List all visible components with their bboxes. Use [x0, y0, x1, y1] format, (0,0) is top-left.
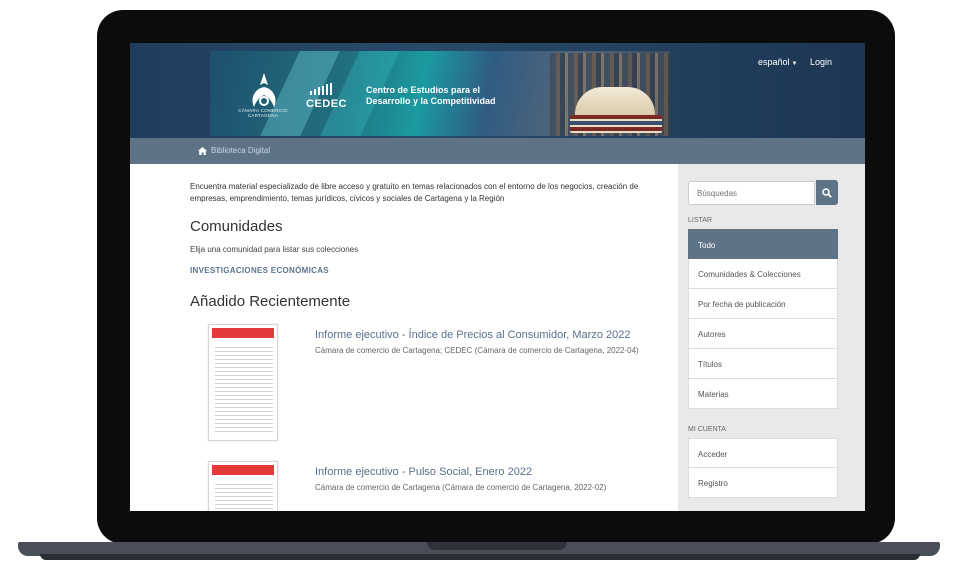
thumbnail-text-lines: [215, 484, 273, 511]
browse-item-titles[interactable]: Títulos: [688, 349, 838, 379]
cedec-bars-icon: [310, 83, 332, 95]
thumbnail-text-lines: [215, 347, 273, 435]
account-label: MI CUENTA: [688, 426, 726, 433]
item-thumbnail[interactable]: [208, 461, 278, 511]
breadcrumb[interactable]: Biblioteca Digital: [198, 146, 270, 155]
communities-heading: Comunidades: [190, 218, 283, 235]
tagline-line-1: Centro de Estudios para el: [366, 85, 481, 95]
login-link[interactable]: Login: [810, 57, 832, 67]
browse-label: LISTAR: [688, 217, 712, 224]
cedec-brand[interactable]: CEDEC: [306, 98, 347, 110]
breadcrumb-bar: Biblioteca Digital: [130, 138, 865, 164]
account-item-register[interactable]: Registro: [688, 468, 838, 498]
caret-down-icon: ▼: [791, 61, 798, 67]
item-title-link[interactable]: Informe ejecutivo - Pulso Social, Enero …: [315, 466, 532, 478]
browse-item-all[interactable]: Todo: [688, 229, 838, 259]
tagline-line-2: Desarrollo y la Competitividad: [366, 96, 496, 106]
recent-heading: Añadido Recientemente: [190, 293, 351, 310]
thumbnail-header: [212, 328, 274, 338]
thumbnail-header: [212, 465, 274, 475]
laptop-screen: CÁMARA COMERCIO CARTAGENA CEDEC Centro d…: [130, 43, 865, 511]
intro-text: Encuentra material especializado de libr…: [190, 182, 639, 203]
sidebar: LISTAR Todo Comunidades & Colecciones Po…: [678, 164, 865, 511]
org-city: CARTAGENA: [247, 113, 279, 118]
community-link[interactable]: INVESTIGACIONES ECONÓMICAS: [190, 266, 329, 275]
communities-hint: Elija una comunidad para listar sus cole…: [190, 245, 359, 254]
item-title-link[interactable]: Informe ejecutivo - Índice de Precios al…: [315, 329, 631, 341]
home-icon: [198, 146, 207, 155]
search-button[interactable]: [816, 180, 838, 205]
browse-list: Todo Comunidades & Colecciones Por fecha…: [688, 229, 838, 409]
browse-item-subjects[interactable]: Materias: [688, 379, 838, 409]
language-selector[interactable]: español ▼: [758, 57, 797, 67]
browse-item-communities[interactable]: Comunidades & Colecciones: [688, 259, 838, 289]
browse-item-authors[interactable]: Autores: [688, 319, 838, 349]
account-list: Acceder Registro: [688, 438, 838, 498]
item-meta: Cámara de comercio de Cartagena; CEDEC (…: [315, 346, 639, 355]
language-label: español: [758, 57, 790, 67]
laptop-base-shadow: [40, 554, 920, 560]
item-meta: Cámara de comercio de Cartagena (Cámara …: [315, 483, 607, 492]
item-thumbnail[interactable]: [208, 324, 278, 441]
search-icon: [822, 187, 832, 198]
site-header: CÁMARA COMERCIO CARTAGENA CEDEC Centro d…: [130, 43, 865, 138]
book-stack-image: [570, 115, 662, 133]
browse-item-date[interactable]: Por fecha de publicación: [688, 289, 838, 319]
account-item-login[interactable]: Acceder: [688, 438, 838, 468]
breadcrumb-home[interactable]: Biblioteca Digital: [211, 146, 270, 155]
camara-logo-text: CÁMARA COMERCIO CARTAGENA: [228, 108, 298, 118]
search-input[interactable]: [688, 181, 815, 205]
main-content: Encuentra material especializado de libr…: [190, 164, 670, 511]
cedec-tagline: Centro de Estudios para el Desarrollo y …: [366, 85, 496, 107]
open-book-image: [575, 87, 655, 117]
laptop-notch: [427, 542, 567, 550]
